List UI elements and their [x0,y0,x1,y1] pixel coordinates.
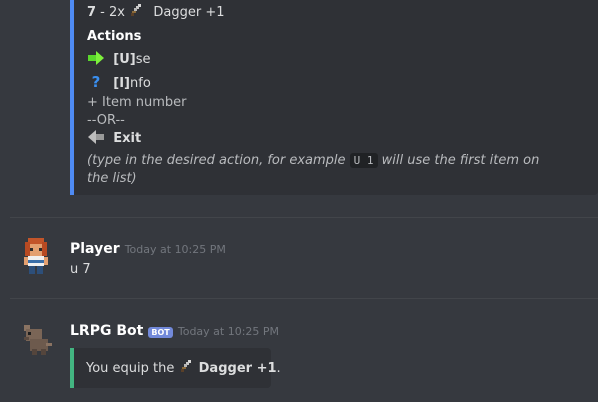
bot-avatar[interactable] [16,319,56,363]
equip-prefix: You equip the [86,361,179,376]
equip-suffix: . [276,361,281,376]
message-divider [10,217,598,218]
bot-avatar-image [24,325,52,355]
info-rest: nfo [130,76,151,91]
use-key: [U] [113,52,136,67]
equip-embed: You equip the Dagger +1. [70,348,281,388]
timestamp[interactable]: Today at 10:25 PM [178,325,279,338]
action-exit: Exit [87,130,141,148]
item-number-hint: + Item number [87,95,187,110]
player-avatar-image [24,238,48,274]
item-quantity: - 2x [96,5,130,20]
action-use: [U]se [87,51,151,69]
player-header: Player Today at 10:25 PM [70,238,226,257]
author-name[interactable]: LRPG Bot [70,323,143,339]
equip-text: You equip the Dagger +1. [86,359,281,378]
author-name[interactable]: Player [70,241,120,257]
hint-line-2: the list) [87,171,137,186]
info-key: [I] [113,76,130,91]
hint-suffix: will use the first item on [377,153,540,168]
message-text: u 7 [70,262,91,277]
item-number: 7 [87,5,97,20]
player-avatar[interactable] [16,236,56,280]
hint-code: U 1 [349,153,378,168]
message-divider [10,298,598,299]
exit-label: Exit [113,131,142,146]
hint-prefix: (type in the desired action, for example [87,153,350,168]
action-info: ? [I]nfo [87,73,151,93]
green-arrow-right-icon [88,51,104,65]
item-line: 7 - 2x Dagger +1 [87,3,225,22]
hint-line-1: (type in the desired action, for example… [87,152,539,170]
bot-header: LRPG Bot BOT Today at 10:25 PM [70,320,279,339]
use-rest: se [135,52,151,67]
timestamp[interactable]: Today at 10:25 PM [125,243,226,256]
dagger-icon [180,360,191,372]
question-mark-icon: ? [91,73,101,91]
bot-badge: BOT [148,327,173,338]
grey-arrow-left-icon [88,130,104,144]
equip-item: Dagger +1 [198,361,277,376]
actions-heading: Actions [87,29,142,44]
dagger-icon [131,4,142,16]
or-separator: --OR-- [87,113,125,128]
item-name: Dagger +1 [153,5,225,20]
inventory-embed: 7 - 2x Dagger +1 Actions [U]se ? [I]nfo … [70,0,598,195]
